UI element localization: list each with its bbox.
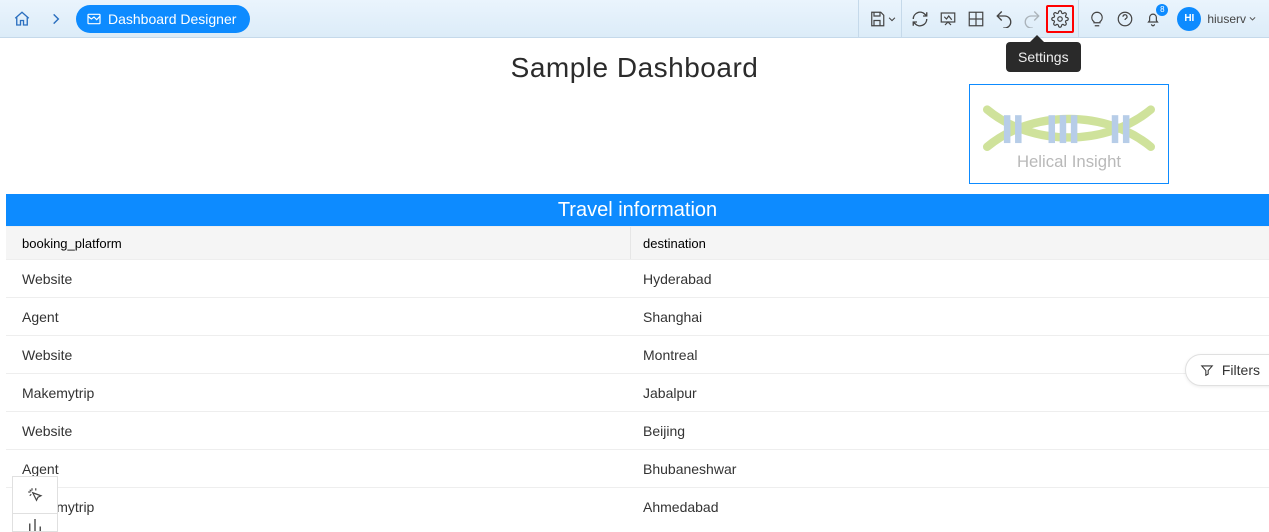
chevron-right-icon	[49, 12, 63, 26]
undo-button[interactable]	[990, 5, 1018, 33]
help-button[interactable]	[1111, 5, 1139, 33]
redo-icon	[1023, 10, 1041, 28]
table-body[interactable]: WebsiteHyderabadAgentShanghaiWebsiteMont…	[6, 260, 1269, 520]
table-row[interactable]: AgentBhubaneshwar	[6, 450, 1269, 488]
filter-icon	[1200, 363, 1214, 377]
toolbar-group-3: 8	[1078, 0, 1171, 38]
helical-insight-logo: Helical Insight	[976, 91, 1162, 178]
cell-booking-platform: Makemytrip	[6, 499, 631, 515]
caret-down-icon	[1248, 14, 1257, 23]
present-icon	[939, 10, 957, 28]
cell-destination: Shanghai	[631, 309, 1269, 325]
logo-widget[interactable]: Helical Insight	[969, 84, 1169, 184]
home-button[interactable]	[8, 5, 36, 33]
present-button[interactable]	[934, 5, 962, 33]
topbar-right: 8 HI hiuserv	[858, 0, 1261, 38]
help-icon	[1116, 10, 1134, 28]
bar-chart-icon	[26, 516, 44, 532]
cell-destination: Beijing	[631, 423, 1269, 439]
save-icon	[868, 10, 886, 28]
dashboard-icon	[86, 11, 102, 27]
layout-button[interactable]	[962, 5, 990, 33]
pointer-click-icon	[26, 486, 44, 504]
cell-booking-platform: Website	[6, 423, 631, 439]
filters-label: Filters	[1222, 362, 1260, 378]
col-header-booking-platform[interactable]: booking_platform	[6, 227, 631, 259]
table-widget: Travel information booking_platform dest…	[6, 194, 1269, 520]
toolbar-group-2	[901, 0, 1078, 38]
filters-button[interactable]: Filters	[1185, 354, 1269, 386]
save-button[interactable]	[863, 5, 891, 33]
table-row[interactable]: MakemytripAhmedabad	[6, 488, 1269, 520]
topbar-left: Dashboard Designer	[8, 5, 250, 33]
floating-actions	[12, 476, 58, 532]
settings-button[interactable]	[1046, 5, 1074, 33]
cell-destination: Bhubaneshwar	[631, 461, 1269, 477]
gear-icon	[1051, 10, 1069, 28]
layout-icon	[967, 10, 985, 28]
breadcrumb-next[interactable]	[42, 5, 70, 33]
cell-destination: Montreal	[631, 347, 1269, 363]
table-row[interactable]: WebsiteMontreal	[6, 336, 1269, 374]
cell-booking-platform: Website	[6, 347, 631, 363]
toolbar-group-1	[858, 0, 901, 38]
idea-button[interactable]	[1083, 5, 1111, 33]
cell-booking-platform: Makemytrip	[6, 385, 631, 401]
table-row[interactable]: MakemytripJabalpur	[6, 374, 1269, 412]
table-row[interactable]: AgentShanghai	[6, 298, 1269, 336]
cell-destination: Hyderabad	[631, 271, 1269, 287]
table-row[interactable]: WebsiteBeijing	[6, 412, 1269, 450]
cell-destination: Jabalpur	[631, 385, 1269, 401]
table-header: booking_platform destination	[6, 226, 1269, 260]
user-avatar: HI	[1177, 7, 1201, 31]
user-menu[interactable]: HI hiuserv	[1171, 7, 1261, 31]
home-icon	[13, 10, 31, 28]
cell-booking-platform: Website	[6, 271, 631, 287]
cell-booking-platform: Agent	[6, 461, 631, 477]
notification-badge: 8	[1156, 4, 1168, 16]
table-section-title: Travel information	[6, 194, 1269, 226]
bulb-icon	[1088, 10, 1106, 28]
table-row[interactable]: WebsiteHyderabad	[6, 260, 1269, 298]
col-header-destination[interactable]: destination	[631, 236, 1269, 251]
undo-icon	[995, 10, 1013, 28]
breadcrumb-current[interactable]: Dashboard Designer	[76, 5, 250, 33]
breadcrumb-label: Dashboard Designer	[108, 11, 236, 27]
topbar: Dashboard Designer	[0, 0, 1269, 38]
logo-text: Helical Insight	[1017, 152, 1121, 171]
redo-button	[1018, 5, 1046, 33]
notifications-button[interactable]: 8	[1139, 5, 1167, 33]
user-name: hiuserv	[1207, 12, 1257, 26]
refresh-icon	[911, 10, 929, 28]
refresh-button[interactable]	[906, 5, 934, 33]
interact-mode-button[interactable]	[12, 476, 58, 514]
canvas: Sample Dashboard Helical Insight Travel …	[0, 38, 1269, 532]
chart-mode-button[interactable]	[12, 514, 58, 532]
cell-destination: Ahmedabad	[631, 499, 1269, 515]
cell-booking-platform: Agent	[6, 309, 631, 325]
settings-tooltip: Settings	[1006, 42, 1081, 72]
